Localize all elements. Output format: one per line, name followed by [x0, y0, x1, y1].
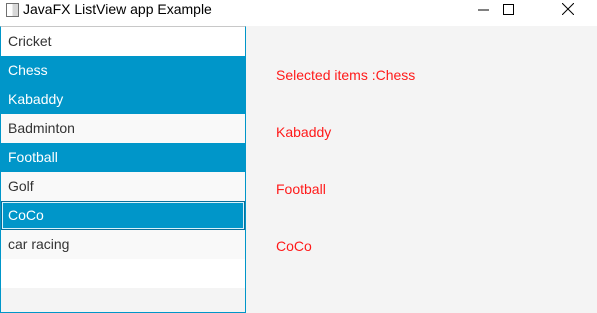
- list-view[interactable]: Cricket Chess Kabaddy Badminton Football…: [0, 26, 246, 313]
- java-window-icon[interactable]: [6, 3, 19, 17]
- list-item[interactable]: Football: [1, 143, 245, 172]
- output-line: Selected items :Chess: [276, 67, 416, 83]
- title-bar[interactable]: JavaFX ListView app Example: [0, 0, 597, 26]
- list-item[interactable]: Chess: [1, 56, 245, 85]
- window-title: JavaFX ListView app Example: [23, 1, 212, 17]
- list-item[interactable]: Cricket: [1, 27, 245, 56]
- close-icon: [562, 3, 574, 15]
- list-item[interactable]: Golf: [1, 172, 245, 201]
- close-button[interactable]: [545, 0, 591, 18]
- list-item[interactable]: car racing: [1, 230, 245, 259]
- list-item[interactable]: Badminton: [1, 114, 245, 143]
- maximize-icon: [502, 3, 514, 15]
- output-line: Football: [276, 181, 326, 197]
- list-item[interactable]: CoCo: [1, 201, 245, 230]
- list-item[interactable]: Kabaddy: [1, 85, 245, 114]
- list-items: Cricket Chess Kabaddy Badminton Football…: [1, 27, 245, 259]
- output-line: Kabaddy: [276, 124, 332, 140]
- maximize-button[interactable]: [485, 0, 531, 18]
- output-line: CoCo: [276, 238, 312, 254]
- list-empty-row[interactable]: [1, 259, 245, 288]
- selected-items-output: Selected items :Chess Kabaddy Football C…: [276, 28, 576, 275]
